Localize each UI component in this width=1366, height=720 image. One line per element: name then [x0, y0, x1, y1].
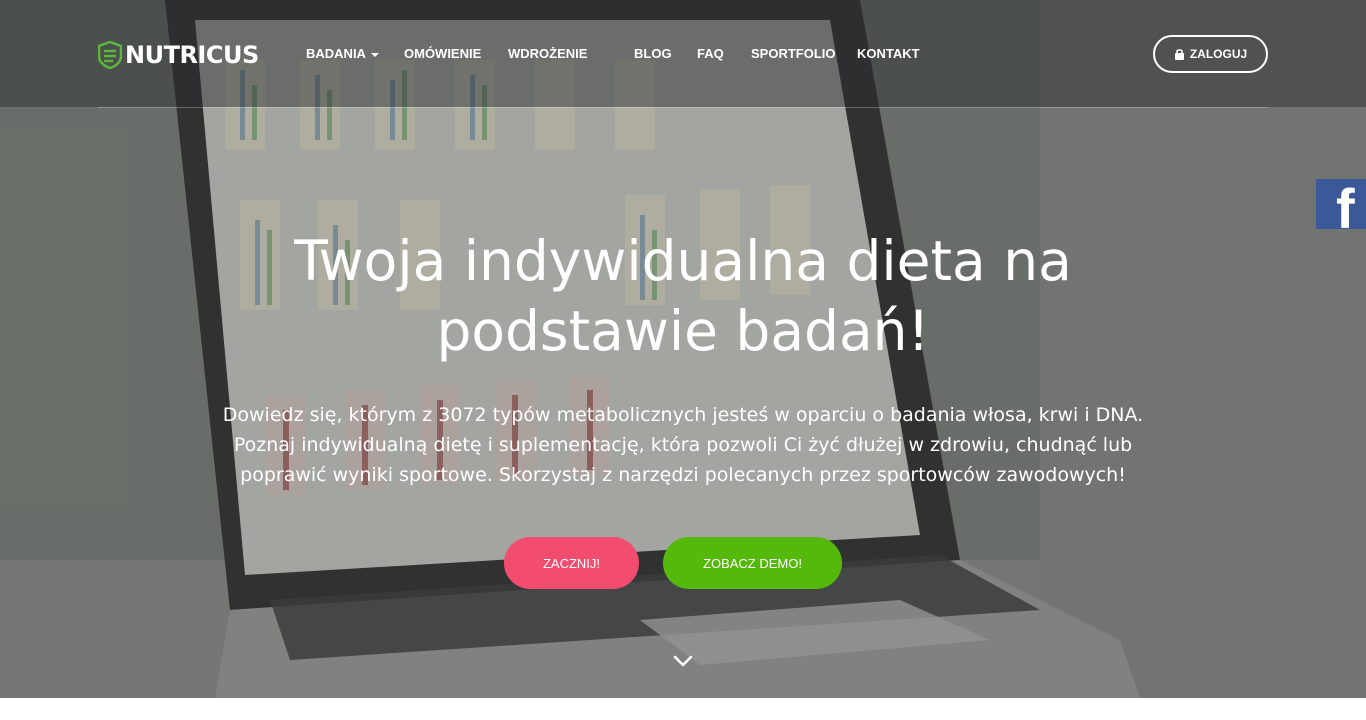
headline-line-1: Twoja indywidualna dieta na [294, 229, 1072, 293]
hero-headline: Twoja indywidualna dieta na podstawie ba… [183, 226, 1183, 366]
navbar-divider [98, 107, 1268, 108]
nav-item-omowienie[interactable]: OMÓWIENIE [404, 46, 481, 61]
demo-button[interactable]: ZOBACZ DEMO! [663, 537, 842, 589]
nav-item-label: BADANIA [306, 46, 366, 61]
caret-down-icon [370, 52, 379, 57]
login-label: ZALOGUJ [1189, 47, 1248, 61]
nav-item-wdrozenie[interactable]: WDROŻENIE [508, 46, 587, 61]
nav-item-faq[interactable]: FAQ [697, 46, 724, 61]
nav-item-blog[interactable]: BLOG [634, 46, 672, 61]
hero-section: NUTRICUS BADANIA OMÓWIENIE WDROŻENIE BLO… [0, 0, 1366, 698]
nav-item-badania[interactable]: BADANIA [306, 46, 379, 61]
shield-logo-icon [98, 41, 122, 69]
brand-logo[interactable]: NUTRICUS [98, 40, 259, 70]
start-button[interactable]: ZACZNIJ! [504, 537, 639, 589]
brand-name: NUTRICUS [125, 41, 259, 69]
hero-subtext: Dowiedz się, którym z 3072 typów metabol… [222, 404, 1144, 486]
facebook-tab[interactable]: f [1316, 179, 1366, 229]
nav-item-kontakt[interactable]: KONTAKT [857, 46, 920, 61]
facebook-icon: f [1336, 179, 1355, 230]
lock-icon [1174, 49, 1184, 60]
headline-line-2: podstawie badań! [436, 299, 930, 363]
login-button[interactable]: ZALOGUJ [1153, 35, 1268, 73]
chevron-down-icon[interactable] [673, 654, 693, 668]
nav-item-sportfolio[interactable]: SPORTFOLIO [751, 46, 836, 61]
